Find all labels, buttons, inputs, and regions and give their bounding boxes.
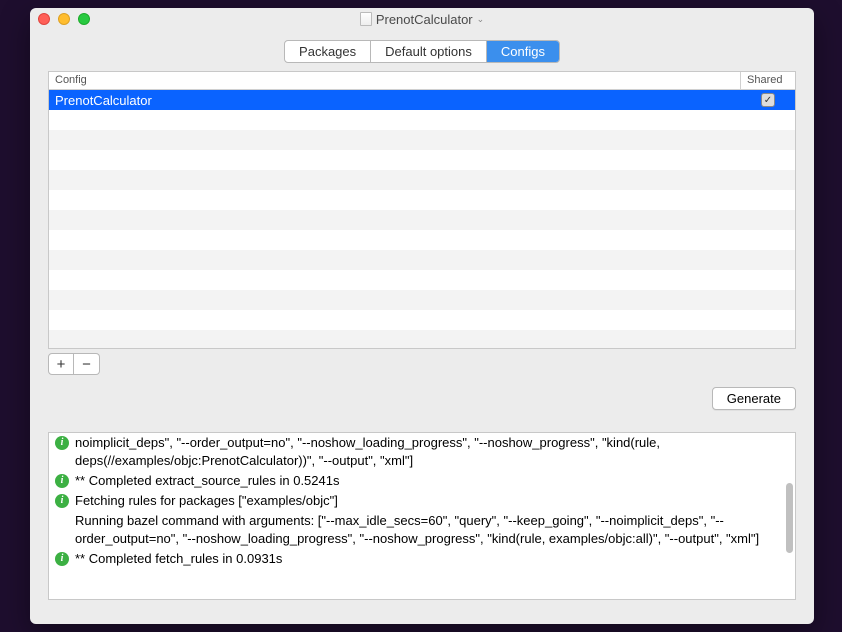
- log-line: Running bazel command with arguments: ["…: [49, 511, 785, 549]
- scrollbar-thumb[interactable]: [786, 483, 793, 553]
- traffic-lights: [38, 13, 90, 25]
- log-line: i Fetching rules for packages ["examples…: [49, 491, 785, 511]
- table-row[interactable]: [49, 210, 795, 230]
- chevron-down-icon: ⌄: [477, 14, 485, 25]
- info-icon: i: [55, 436, 69, 450]
- table-row[interactable]: [49, 170, 795, 190]
- log-panel: i noimplicit_deps", "--order_output=no",…: [48, 432, 796, 600]
- content-area: Config Shared PrenotCalculator ✓: [30, 71, 814, 375]
- tab-packages[interactable]: Packages: [285, 41, 371, 62]
- shared-checkbox[interactable]: ✓: [761, 93, 775, 107]
- add-button[interactable]: +: [48, 353, 74, 375]
- log-line: i ** Completed extract_source_rules in 0…: [49, 471, 785, 491]
- column-header-shared[interactable]: Shared: [741, 72, 795, 89]
- table-row[interactable]: [49, 270, 795, 290]
- log-text: ** Completed fetch_rules in 0.0931s: [75, 550, 779, 568]
- table-row[interactable]: [49, 250, 795, 270]
- info-icon: i: [55, 474, 69, 488]
- table-row[interactable]: PrenotCalculator ✓: [49, 90, 795, 110]
- log-text: noimplicit_deps", "--order_output=no", "…: [75, 434, 779, 470]
- info-icon: i: [55, 552, 69, 566]
- tab-configs[interactable]: Configs: [487, 41, 559, 62]
- configs-table: Config Shared PrenotCalculator ✓: [48, 71, 796, 349]
- table-header: Config Shared: [49, 72, 795, 90]
- tab-default-options[interactable]: Default options: [371, 41, 487, 62]
- window-title: PrenotCalculator ⌄: [30, 12, 814, 27]
- app-window: PrenotCalculator ⌄ Packages Default opti…: [30, 8, 814, 624]
- table-row[interactable]: [49, 190, 795, 210]
- remove-button[interactable]: −: [74, 353, 100, 375]
- table-row[interactable]: [49, 110, 795, 130]
- close-icon[interactable]: [38, 13, 50, 25]
- titlebar[interactable]: PrenotCalculator ⌄: [30, 8, 814, 30]
- table-body: PrenotCalculator ✓: [49, 90, 795, 348]
- table-row[interactable]: [49, 290, 795, 310]
- info-icon: i: [55, 494, 69, 508]
- log-text: Fetching rules for packages ["examples/o…: [75, 492, 779, 510]
- log-line: i noimplicit_deps", "--order_output=no",…: [49, 433, 785, 471]
- add-remove-buttons: + −: [48, 353, 796, 375]
- column-header-config[interactable]: Config: [49, 72, 741, 89]
- log-line: i ** Completed fetch_rules in 0.0931s: [49, 549, 785, 569]
- window-title-text: PrenotCalculator: [376, 12, 473, 27]
- table-row[interactable]: [49, 330, 795, 348]
- tab-segmented-control: Packages Default options Configs: [30, 30, 814, 71]
- table-row[interactable]: [49, 230, 795, 250]
- generate-button[interactable]: Generate: [712, 387, 796, 410]
- log-text: ** Completed extract_source_rules in 0.5…: [75, 472, 779, 490]
- document-icon: [360, 12, 372, 26]
- table-row[interactable]: [49, 310, 795, 330]
- config-name-cell: PrenotCalculator: [49, 93, 741, 108]
- maximize-icon[interactable]: [78, 13, 90, 25]
- minimize-icon[interactable]: [58, 13, 70, 25]
- log-scroll[interactable]: i noimplicit_deps", "--order_output=no",…: [49, 433, 785, 599]
- table-row[interactable]: [49, 130, 795, 150]
- generate-row: Generate: [30, 375, 814, 418]
- table-row[interactable]: [49, 150, 795, 170]
- log-text: Running bazel command with arguments: ["…: [55, 512, 779, 548]
- config-shared-cell: ✓: [741, 93, 795, 107]
